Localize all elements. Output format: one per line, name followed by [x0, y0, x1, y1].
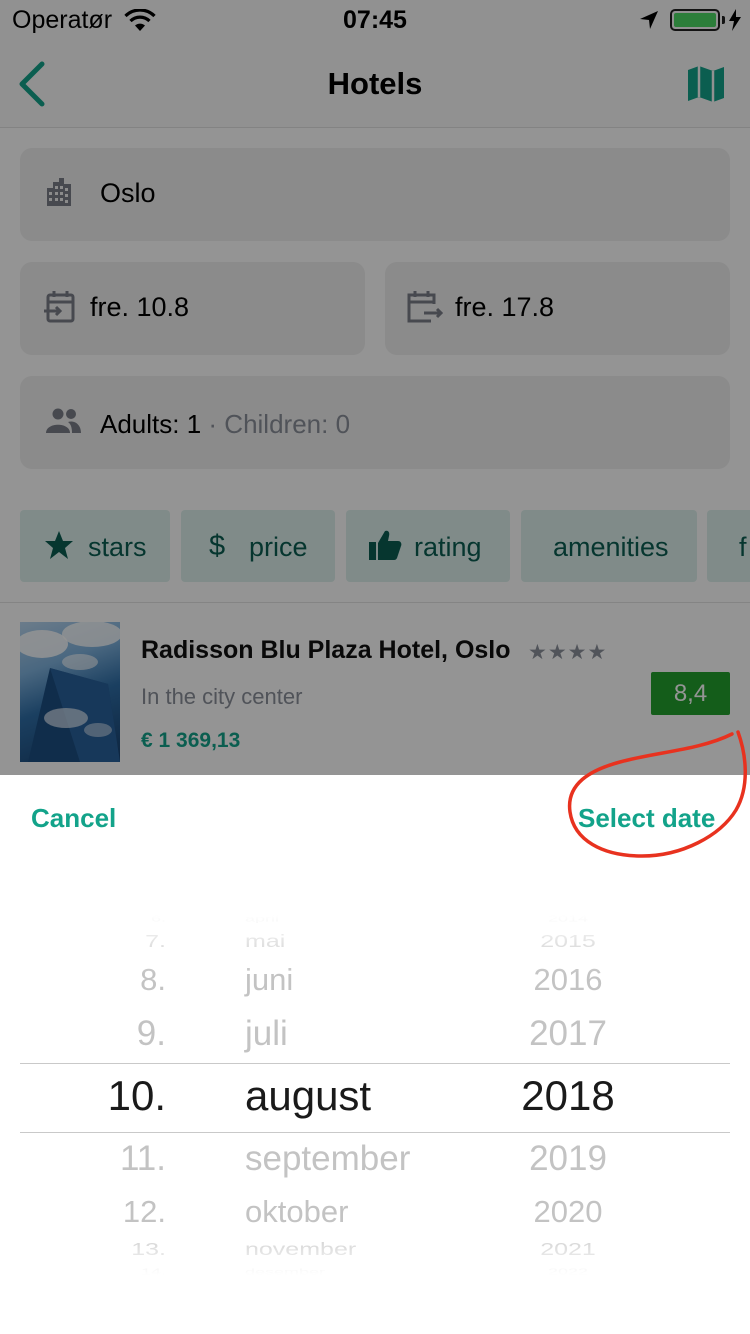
dollar-icon: $	[209, 530, 226, 562]
destination-field[interactable]: Oslo	[20, 148, 730, 241]
hotel-photo	[20, 622, 120, 762]
hotels-screen: Operatør 07:45 Hotels Oslo fre. 10.8 fre…	[0, 0, 750, 775]
month-option[interactable]: august	[245, 1074, 371, 1117]
date-picker-wheel[interactable]: 6.7.8.9.10.11.12.13.14.aprilmaijunijulia…	[0, 915, 750, 1275]
hotel-price: € 1 369,13	[141, 729, 241, 752]
day-option[interactable]: 10.	[108, 1074, 166, 1117]
filter-chip-amenities[interactable]: amenities	[521, 510, 697, 582]
select-date-button[interactable]: Select date	[578, 803, 715, 834]
divider	[0, 602, 750, 603]
day-option[interactable]: 12.	[123, 1196, 166, 1227]
day-option[interactable]: 11.	[120, 1141, 166, 1176]
people-icon	[46, 408, 81, 433]
selection-line-top	[20, 1063, 730, 1064]
year-option[interactable]: 2020	[488, 1196, 648, 1227]
hotel-stars: ★★★★	[528, 641, 608, 664]
checkin-field[interactable]: fre. 10.8	[20, 262, 365, 355]
children-count: · Children: 0	[208, 409, 351, 439]
adults-count: Adults: 1	[100, 409, 202, 439]
location-arrow-icon	[640, 11, 658, 29]
year-option[interactable]: 2017	[488, 1016, 648, 1051]
filter-chip-rating[interactable]: rating	[346, 510, 510, 582]
year-option[interactable]: 2019	[488, 1141, 648, 1176]
guests-value: Adults: 1 · Children: 0	[100, 409, 350, 440]
filter-chip-label: rating	[414, 532, 482, 562]
charging-bolt-icon	[729, 9, 741, 31]
battery-icon	[670, 9, 720, 31]
checkin-calendar-icon	[44, 291, 75, 323]
filter-chip-label: amenities	[553, 532, 669, 562]
page-title: Hotels	[327, 66, 423, 101]
month-option[interactable]: oktober	[245, 1196, 348, 1227]
filter-chip-label: f	[739, 532, 747, 562]
hotel-thumbnail[interactable]	[20, 622, 120, 762]
destination-value: Oslo	[100, 178, 156, 208]
cancel-button[interactable]: Cancel	[31, 803, 116, 834]
selection-line-bottom	[20, 1132, 730, 1133]
status-bar: Operatør 07:45	[0, 0, 750, 40]
hotel-name[interactable]: Radisson Blu Plaza Hotel, Oslo	[141, 636, 511, 665]
checkout-value: fre. 17.8	[455, 292, 555, 322]
guests-field[interactable]: Adults: 1 · Children: 0	[20, 376, 730, 469]
checkout-field[interactable]: fre. 17.8	[385, 262, 730, 355]
hotel-location: In the city center	[141, 684, 303, 709]
year-option[interactable]: 2018	[488, 1074, 648, 1117]
nav-bar: Hotels	[0, 40, 750, 128]
star-icon	[45, 531, 73, 559]
picker-fade-bottom	[0, 1225, 750, 1275]
rating-badge: 8,4	[651, 672, 730, 715]
filter-chip-more[interactable]: f	[707, 510, 750, 582]
month-option[interactable]: september	[245, 1141, 410, 1176]
map-icon[interactable]	[686, 64, 726, 104]
date-picker-sheet: Cancel Select date 6.7.8.9.10.11.12.13.1…	[0, 775, 750, 1334]
filter-chip-label: price	[249, 532, 308, 562]
battery-nub	[722, 16, 725, 24]
month-option[interactable]: juli	[245, 1016, 288, 1051]
city-icon	[47, 178, 71, 206]
filter-chip-stars[interactable]: stars	[20, 510, 170, 582]
checkout-calendar-icon	[407, 291, 443, 323]
picker-fade-top	[0, 915, 750, 975]
checkin-value: fre. 10.8	[90, 292, 190, 322]
filter-chip-label: stars	[88, 532, 147, 562]
day-option[interactable]: 9.	[137, 1016, 166, 1051]
filter-chip-price[interactable]: $ price	[181, 510, 335, 582]
thumbs-up-icon	[369, 530, 402, 560]
